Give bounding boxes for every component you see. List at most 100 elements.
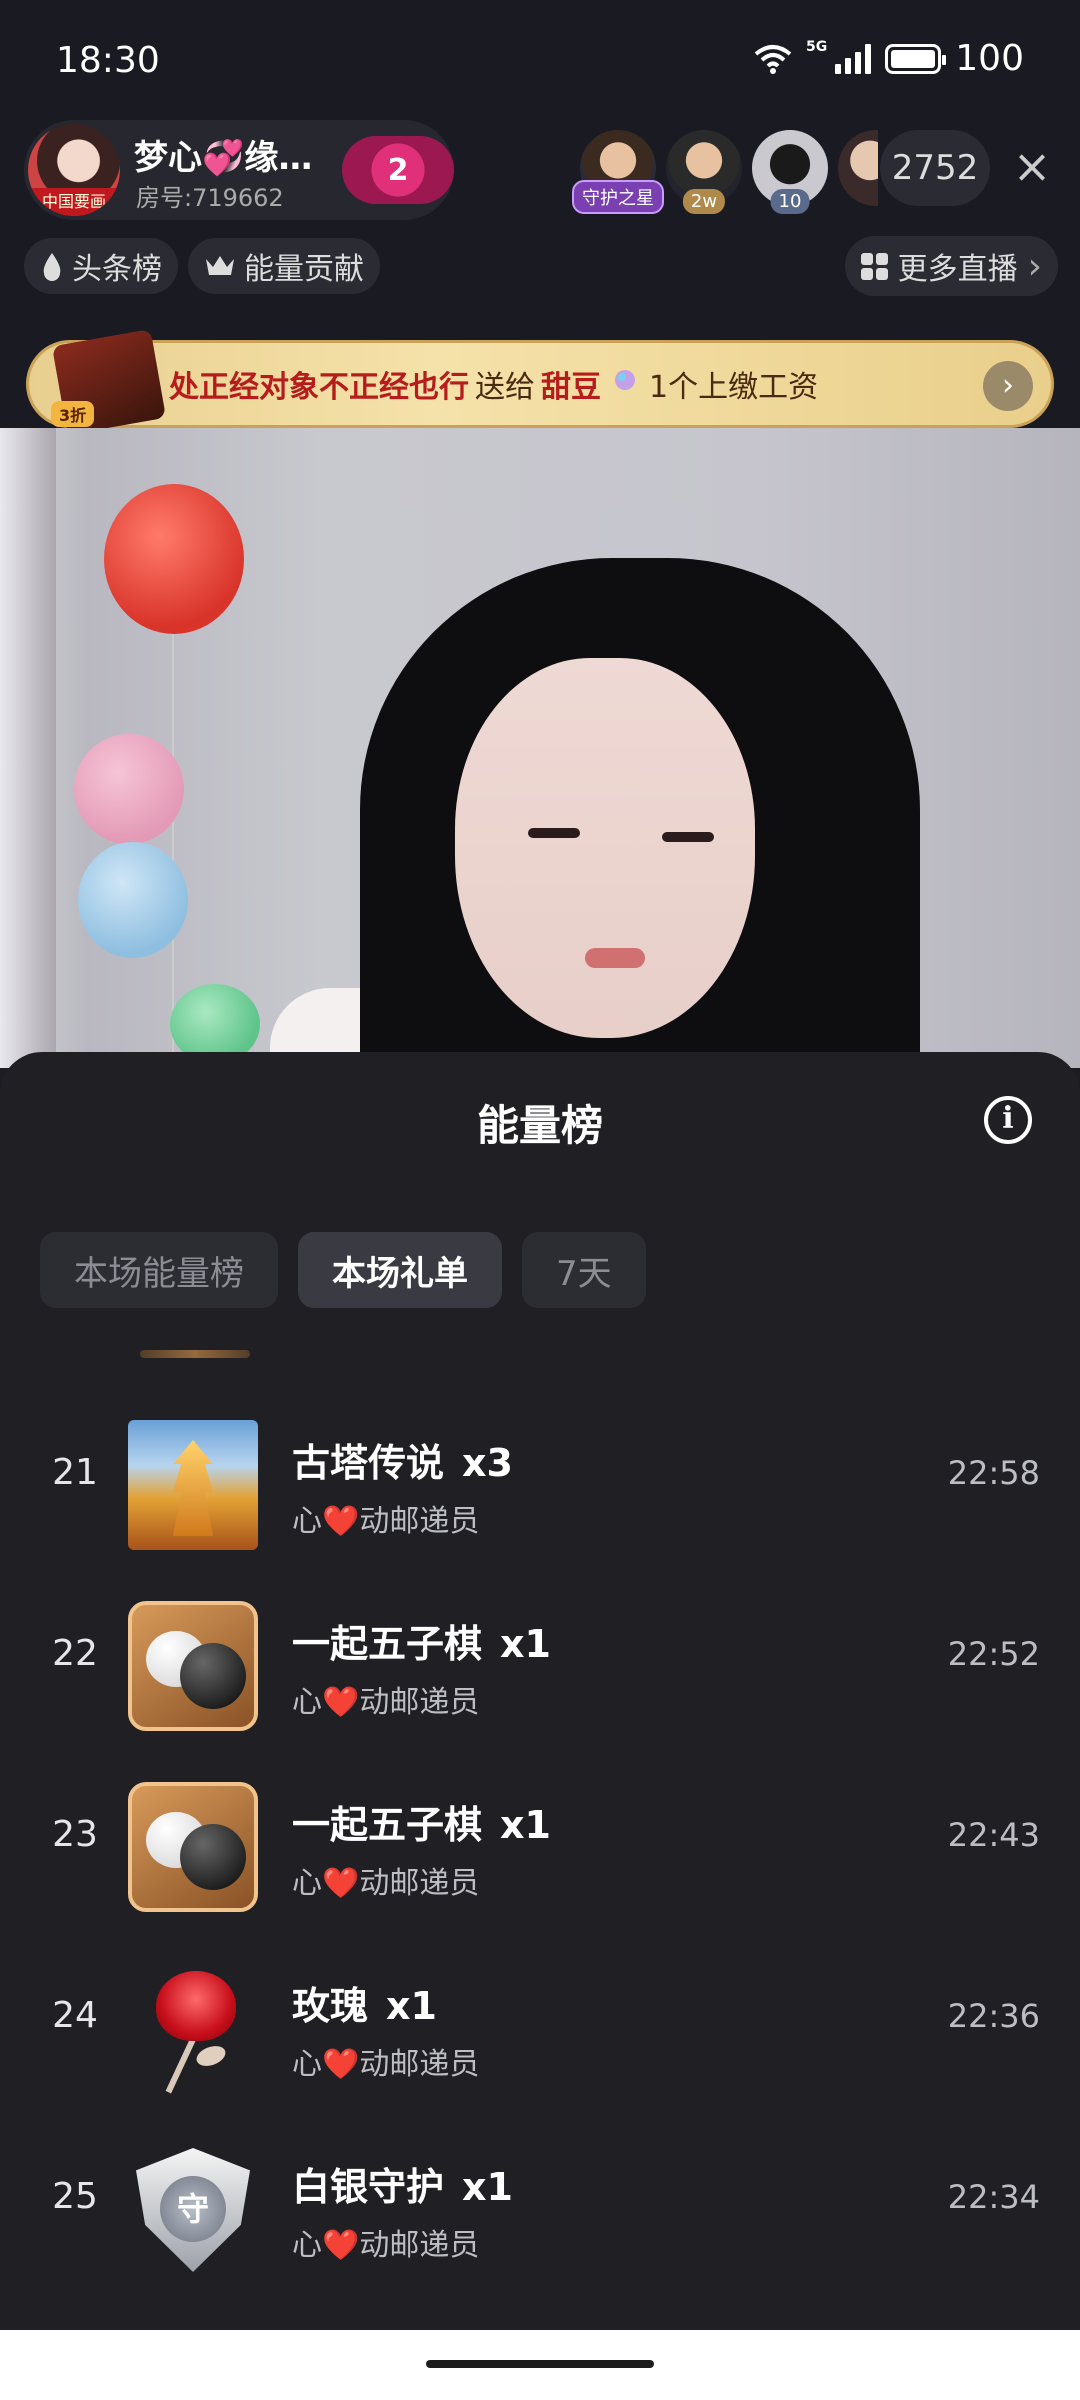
discount-badge: 3折: [51, 401, 95, 427]
gift-name: 古塔传说 x3: [292, 1432, 513, 1487]
info-icon[interactable]: i: [984, 1096, 1032, 1144]
gift-broadcast-banner[interactable]: 3折 处正经对象不正经也行 送给 甜豆 1个上缴工资 ›: [26, 329, 1054, 435]
sender-name[interactable]: 心❤️动邮递员: [292, 1858, 479, 1902]
more-live-label: 更多直播: [897, 252, 1018, 287]
gift-qty: x1: [500, 1622, 551, 1666]
tab-session-energy[interactable]: 本场能量榜: [40, 1232, 278, 1308]
viewer-level-badge: 10: [770, 189, 810, 214]
headline-rank-chip[interactable]: 头条榜: [24, 238, 178, 294]
sender-name[interactable]: 心❤️动邮递员: [292, 2220, 479, 2264]
streamer-eye: [528, 828, 580, 838]
home-indicator[interactable]: [426, 2360, 654, 2368]
energy-contribution-chip[interactable]: 能量贡献: [188, 238, 380, 294]
gift-name: 一起五子棋 x1: [292, 1613, 551, 1668]
gift-list-row[interactable]: 22 一起五子棋 x1 心❤️动邮递员 22:52: [0, 1573, 1080, 1754]
battery-level: 100: [955, 38, 1024, 79]
gift-time: 22:36: [947, 1997, 1040, 2035]
tab-session-gifts[interactable]: 本场礼单: [298, 1232, 502, 1308]
anchor-avatar[interactable]: 中国要画: [28, 124, 120, 216]
gift-list: 21 古塔传说 x3 心❤️动邮递员 22:58 22 一起五子棋 x1 心❤️动邮…: [0, 1392, 1080, 2297]
live-header: 18:30 5G 100 中国要画 梦心💞缘… 房号:719662 2 守护之星: [0, 0, 1080, 435]
anchor-name[interactable]: 梦心💞缘…: [134, 130, 312, 179]
viewer-avatar[interactable]: [838, 130, 878, 206]
gift-title: 一起五子棋: [292, 1803, 483, 1847]
streamer-eye: [662, 832, 714, 842]
gift-title: 一起五子棋: [292, 1622, 483, 1666]
rank-number: 24: [52, 1995, 98, 2036]
pink-balloon: [74, 734, 184, 844]
banner-go-icon[interactable]: ›: [983, 361, 1033, 411]
viewer-avatar[interactable]: 10: [752, 130, 828, 214]
partial-gift-image: [140, 1350, 250, 1358]
energy-rank-sheet: 能量榜 i 本场能量榜 本场礼单 7天 21 古塔传说 x3 心❤️动邮递员 22…: [0, 1052, 1080, 2332]
rank-chips: 头条榜 能量贡献: [24, 236, 380, 296]
gift-time: 22:52: [947, 1635, 1040, 1673]
gift-list-row[interactable]: 21 古塔传说 x3 心❤️动邮递员 22:58: [0, 1392, 1080, 1573]
headline-rank-label: 头条榜: [72, 252, 162, 287]
banner-target: 甜豆: [541, 370, 601, 405]
gift-list-row[interactable]: 23 一起五子棋 x1 心❤️动邮递员 22:43: [0, 1754, 1080, 1935]
banner-verb: 送给: [475, 370, 535, 405]
live-video[interactable]: [0, 428, 1080, 1068]
gift-name: 一起五子棋 x1: [292, 1794, 551, 1849]
rank-number: 22: [52, 1633, 98, 1674]
sheet-title: 能量榜: [476, 1101, 603, 1150]
status-time: 18:30: [56, 40, 160, 81]
chevron-right-icon: ›: [1027, 245, 1042, 287]
rank-number: 25: [52, 2176, 98, 2217]
sender-name[interactable]: 心❤️动邮递员: [292, 1677, 479, 1721]
crown-icon: [206, 256, 234, 275]
guard-star-badge: 守护之星: [572, 180, 664, 214]
gift-name: 玫瑰 x1: [292, 1975, 437, 2030]
badge-count: 2: [387, 152, 409, 188]
gift-qty: x1: [500, 1803, 551, 1847]
balloon-string: [172, 634, 174, 1068]
red-balloon: [104, 484, 244, 634]
top-viewers: 守护之星 2w 10: [572, 130, 878, 214]
rank-number: 21: [52, 1452, 98, 1493]
status-icons: 5G 100: [754, 38, 1024, 79]
gift-title: 玫瑰: [292, 1984, 369, 2028]
banner-gift-text: 1个上缴工资: [649, 370, 819, 405]
gift-qty: x1: [386, 1984, 437, 2028]
gift-title: 白银守护: [292, 2165, 445, 2209]
streamer-lips: [585, 948, 645, 968]
follow-badge[interactable]: 2: [342, 136, 454, 204]
gift-list-row[interactable]: 24 玫瑰 x1 心❤️动邮递员 22:36: [0, 1935, 1080, 2116]
network-type: 5G: [806, 38, 828, 55]
silver-guard-gift-icon: 守: [128, 2144, 258, 2274]
viewer-level-badge: 2w: [682, 189, 726, 214]
more-live-button[interactable]: 更多直播 ›: [844, 236, 1058, 296]
gift-name: 白银守护 x1: [292, 2156, 513, 2211]
sender-name[interactable]: 心❤️动邮递员: [292, 1496, 479, 1540]
blue-balloon: [78, 842, 188, 958]
gift-time: 22:43: [947, 1816, 1040, 1854]
gift-qty: x3: [462, 1441, 513, 1485]
video-door: [0, 428, 56, 1068]
sender-name[interactable]: 心❤️动邮递员: [292, 2039, 479, 2083]
viewer-count[interactable]: 2752: [880, 130, 990, 206]
gift-time: 22:34: [947, 2178, 1040, 2216]
streamer-face: [455, 658, 755, 1038]
gift-title: 古塔传说: [292, 1441, 445, 1485]
gomoku-gift-icon: [128, 1782, 258, 1912]
rank-tabs: 本场能量榜 本场礼单 7天: [40, 1232, 646, 1308]
tab-seven-days[interactable]: 7天: [522, 1232, 646, 1308]
rose-gift-icon: [128, 1963, 258, 2094]
guard-glyph: 守: [160, 2176, 226, 2242]
gift-qty: x1: [462, 2165, 513, 2209]
rank-number: 23: [52, 1814, 98, 1855]
viewer-avatar[interactable]: 2w: [666, 130, 742, 214]
close-icon[interactable]: ×: [1006, 140, 1058, 192]
grid-icon: [860, 252, 888, 280]
gift-list-row[interactable]: 25 守 白银守护 x1 心❤️动邮递员 22:34: [0, 2116, 1080, 2297]
drop-icon: [43, 253, 61, 281]
viewer-avatar[interactable]: 守护之星: [572, 130, 664, 214]
wifi-icon: [754, 44, 792, 74]
battery-icon: [885, 43, 947, 74]
signal-icon: [835, 43, 872, 74]
tower-gift-icon: [128, 1420, 258, 1550]
room-number: 房号:719662: [136, 184, 284, 212]
gomoku-gift-icon: [128, 1601, 258, 1731]
candy-icon: [611, 366, 639, 402]
